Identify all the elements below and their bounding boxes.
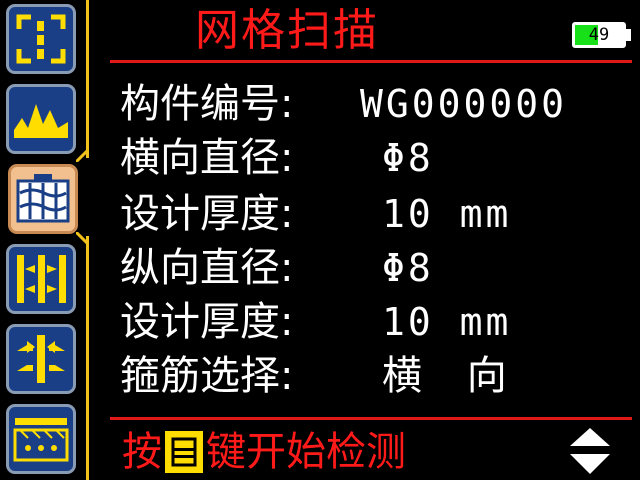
battery-indicator: 49 <box>572 22 626 48</box>
param-label-horizontal-diameter: 横向直径: <box>120 135 294 181</box>
param-label-component-id: 构件编号: <box>120 81 294 127</box>
start-hint: 按 键开始检测 <box>122 424 406 476</box>
param-value-horizontal-diameter[interactable]: Φ8 <box>382 130 434 186</box>
mode-sidebar <box>0 0 90 480</box>
battery-level-text: 49 <box>588 25 610 45</box>
start-hint-prefix: 按 <box>122 429 162 475</box>
grid-scan-icon <box>16 174 70 223</box>
vertical-rebar-icon <box>17 335 65 383</box>
header-divider <box>110 60 632 63</box>
param-label-vertical-diameter: 纵向直径: <box>120 245 294 291</box>
scroll-down-icon[interactable] <box>570 454 610 474</box>
mode-button-slab-section[interactable] <box>6 404 76 474</box>
param-value-design-thickness-2[interactable]: 10 mm <box>382 294 511 350</box>
mountain-wave-icon <box>14 104 68 138</box>
mode-button-horizontal-rebar[interactable] <box>6 244 76 314</box>
param-value-vertical-diameter[interactable]: Φ8 <box>382 240 434 296</box>
param-value-stirrup-selection[interactable]: 横 向 <box>382 348 507 404</box>
mode-button-wave[interactable] <box>6 84 76 154</box>
scan-frame-icon <box>16 14 66 64</box>
active-notch-top <box>76 150 88 162</box>
start-hint-suffix: 键开始检测 <box>206 429 406 475</box>
param-label-design-thickness-1: 设计厚度: <box>120 191 294 237</box>
page-title: 网格扫描 <box>195 5 379 56</box>
param-label-stirrup-selection: 箍筋选择: <box>120 353 294 399</box>
active-notch-bottom <box>76 232 88 244</box>
footer-divider <box>110 417 632 420</box>
sidebar-divider-top <box>86 0 89 158</box>
mode-button-scan-frame[interactable] <box>6 4 76 74</box>
scroll-up-icon[interactable] <box>570 428 610 446</box>
param-value-design-thickness-1[interactable]: 10 mm <box>382 186 511 242</box>
horizontal-rebar-icon <box>17 255 66 303</box>
battery-cap <box>626 29 631 41</box>
scroll-arrows <box>570 428 610 474</box>
sidebar-divider-bottom <box>86 236 89 480</box>
mode-button-grid-scan[interactable] <box>8 164 78 234</box>
param-label-design-thickness-2: 设计厚度: <box>120 299 294 345</box>
param-value-component-id[interactable]: WG000000 <box>360 76 567 132</box>
menu-key-icon <box>165 431 203 473</box>
slab-section-icon <box>13 418 69 462</box>
mode-button-vertical-rebar[interactable] <box>6 324 76 394</box>
